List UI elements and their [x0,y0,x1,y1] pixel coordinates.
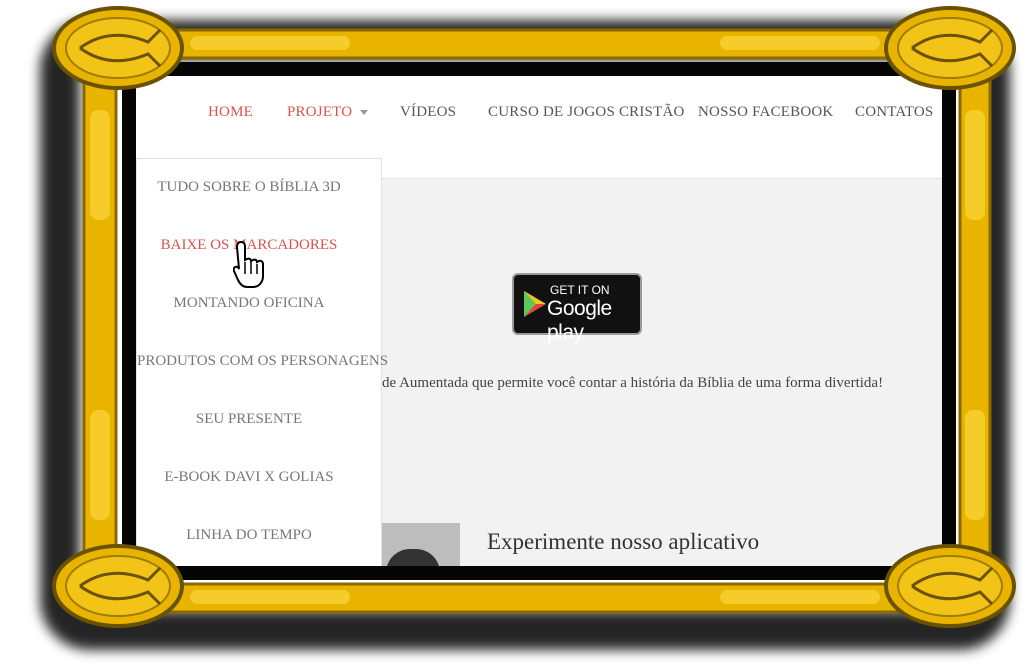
nav-home[interactable]: HOME [208,104,253,121]
projeto-dropdown: TUDO SOBRE O BÍBLIA 3D BAIXE OS MARCADOR… [136,158,388,566]
nav-projeto-label: PROJETO [287,104,353,120]
thumbnail-figure [386,549,440,566]
nav-contatos[interactable]: CONTATOS [855,104,933,121]
app-thumbnail [380,523,460,566]
nav-videos[interactable]: VÍDEOS [400,104,456,121]
dropdown-item-linha-tempo[interactable]: LINHA DO TEMPO [137,527,361,544]
chevron-down-icon [360,110,369,116]
nav-projeto[interactable]: PROJETO [287,104,369,121]
description-text: de Aumentada que permite você contar a h… [382,375,884,391]
hand-pointer-icon [233,240,264,288]
dropdown-item-presente[interactable]: SEU PRESENTE [137,411,361,428]
website-screenshot: HOME PROJETO VÍDEOS CURSO DE JOGOS CRIST… [136,76,942,566]
section-heading: Experimente nosso aplicativo [487,529,760,554]
google-play-badge[interactable]: GET IT ON Google play [512,273,642,344]
badge-line2: Google play [547,297,612,344]
nav-curso[interactable]: CURSO DE JOGOS CRISTÃO [488,104,685,121]
dropdown-item-ebook[interactable]: E-BOOK DAVI X GOLIAS [137,469,361,486]
google-play-icon [524,291,546,317]
dropdown-item-biblia3d[interactable]: TUDO SOBRE O BÍBLIA 3D [137,179,361,196]
dropdown-item-produtos[interactable]: PRODUTOS COM OS PERSONAGENS [137,353,388,370]
badge-line1: GET IT ON [550,283,610,297]
nav-facebook[interactable]: NOSSO FACEBOOK [698,104,833,121]
dropdown-item-oficina[interactable]: MONTANDO OFICINA [137,295,361,312]
